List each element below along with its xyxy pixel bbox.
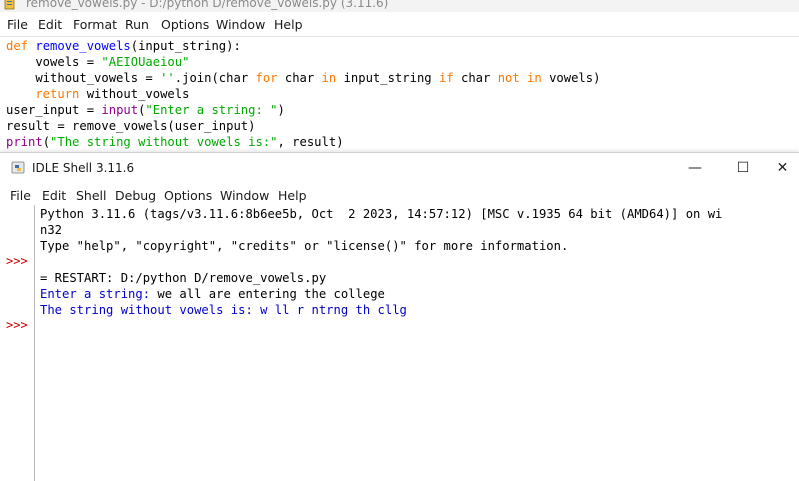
editor-menu-file[interactable]: File [7,17,28,32]
shell-window: IDLE Shell 3.11.6 — ☐ ✕ File Edit Shell … [0,152,799,481]
code-text: input_string [336,71,439,85]
banner-line: Python 3.11.6 (tags/v3.11.6:8b6ee5b, Oct… [40,207,723,221]
shell-menu-shell[interactable]: Shell [76,188,107,203]
editor-title: remove_vowels.py - D:/python D/remove_vo… [26,0,389,10]
string-literal: "The string without vowels is:" [50,135,278,149]
editor-menu-bar: File Edit Format Run Options Window Help [0,12,799,36]
python-idle-icon [11,161,25,174]
banner-line: n32 [40,223,63,237]
shell-menu-window[interactable]: Window [220,188,269,203]
code-text: char [453,71,498,85]
close-button[interactable]: ✕ [766,153,799,182]
editor-menu-edit[interactable]: Edit [38,17,62,32]
code-line-3: without_vowels = ''.join(char for char i… [6,70,600,86]
python-file-icon [4,0,15,10]
banner-line: Type "help", "copyright", "credits" or "… [40,239,569,253]
user-input-text: we all are entering the college [157,287,385,301]
code-line-5: user_input = input("Enter a string: ") [6,102,285,118]
string-literal: '' [160,71,175,85]
string-literal: "Enter a string: " [145,103,278,117]
function-name: remove_vowels [35,39,131,53]
code-text: without_vowels [79,87,190,101]
restart-line: = RESTART: D:/python D/remove_vowels.py [40,271,327,285]
shell-menu-options[interactable]: Options [164,188,212,203]
builtin-name: input [101,103,139,117]
keyword: not [497,71,520,85]
code-line-1: def remove_vowels(input_string): [6,38,241,54]
keyword: in [527,71,542,85]
code-text: user_input = [6,103,102,117]
editor-menu-run[interactable]: Run [125,17,149,32]
input-prompt-line: Enter a string: we all are entering the … [40,286,385,302]
shell-menu-debug[interactable]: Debug [115,188,156,203]
editor-window: remove_vowels.py - D:/python D/remove_vo… [0,0,799,153]
string-literal: "AEIOUaeiou" [101,55,190,69]
code-editor-area[interactable]: def remove_vowels(input_string): vowels … [0,36,799,153]
code-line-2: vowels = "AEIOUaeiou" [6,54,189,70]
shell-menu-edit[interactable]: Edit [42,188,66,203]
code-text: vowels) [541,71,601,85]
shell-body: >>> >>> Python 3.11.6 (tags/v3.11.6:8b6e… [0,205,799,481]
code-text: .join(char [174,71,256,85]
prompt-gutter: >>> >>> [0,205,35,481]
shell-prompt: >>> [6,254,28,268]
editor-menu-window[interactable]: Window [216,17,265,32]
keyword: for [255,71,278,85]
close-icon: ✕ [776,159,789,176]
code-line-6: result = remove_vowels(user_input) [6,118,255,134]
result-output-line: The string without vowels is: w ll r ntr… [40,303,407,317]
input-prompt-text: Enter a string: [40,287,158,301]
editor-menu-help[interactable]: Help [274,17,303,32]
keyword: if [438,71,454,85]
shell-menu-help[interactable]: Help [278,188,307,203]
builtin-name: print [6,135,43,149]
code-text: vowels = [6,55,102,69]
shell-title: IDLE Shell 3.11.6 [32,161,135,175]
editor-title-bar: remove_vowels.py - D:/python D/remove_vo… [0,0,799,12]
maximize-button[interactable]: ☐ [720,153,766,182]
keyword: return [6,87,80,101]
code-text: without_vowels = [6,71,161,85]
code-line-7: print("The string without vowels is:", r… [6,134,344,150]
shell-prompt: >>> [6,318,28,332]
minimize-icon: — [688,159,702,176]
code-text: ( [42,135,51,149]
code-text: result = remove_vowels(user_input) [6,119,256,133]
code-text: (input_string): [130,39,241,53]
shell-menu-bar: File Edit Shell Debug Options Window Hel… [0,183,799,205]
shell-title-bar[interactable]: IDLE Shell 3.11.6 — ☐ ✕ [0,153,799,182]
minimize-button[interactable]: — [672,153,718,182]
shell-output-area[interactable]: Python 3.11.6 (tags/v3.11.6:8b6ee5b, Oct… [40,205,799,481]
code-line-4: return without_vowels [6,86,189,102]
editor-menu-options[interactable]: Options [161,17,209,32]
code-text: ) [277,103,285,117]
shell-menu-file[interactable]: File [10,188,31,203]
editor-menu-format[interactable]: Format [73,17,117,32]
keyword: def [6,39,29,53]
code-text: char [277,71,322,85]
maximize-icon: ☐ [736,159,750,176]
code-text: , result) [277,135,344,149]
keyword: in [321,71,337,85]
